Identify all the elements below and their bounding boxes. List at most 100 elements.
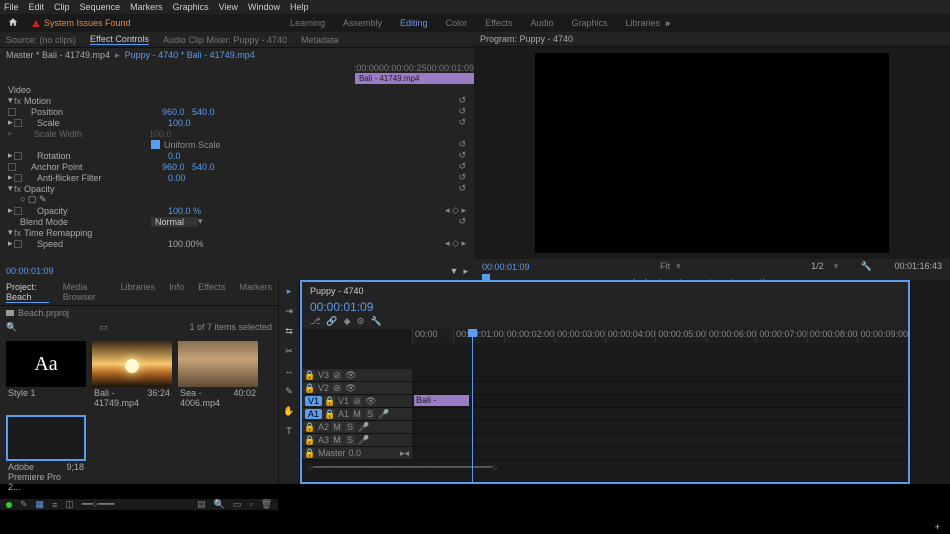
slip-tool-icon[interactable]: ↔ bbox=[282, 364, 296, 378]
marker-icon[interactable]: ◆ bbox=[344, 316, 351, 327]
play-icon[interactable]: ▸ bbox=[463, 266, 468, 276]
timeline-ruler[interactable]: 00:0000:00:01:0000:00:02:0000:00:03:0000… bbox=[412, 329, 908, 343]
razor-tool-icon[interactable]: ✂ bbox=[282, 344, 296, 358]
timeline-timecode[interactable]: 00:00:01:09 bbox=[302, 300, 908, 314]
item-style1[interactable]: Aa Style 1 bbox=[6, 341, 86, 409]
timeline-clip[interactable]: Bali - 41749.mp4 bbox=[414, 395, 469, 406]
prop-position[interactable]: Position960.0 540.0↺ bbox=[0, 106, 474, 117]
tab-effect-controls[interactable]: Effect Controls bbox=[90, 34, 149, 45]
menu-markers[interactable]: Markers bbox=[130, 2, 163, 12]
pen-tool-icon[interactable]: ✎ bbox=[282, 384, 296, 398]
auto-sequence-icon[interactable]: ▤ bbox=[197, 499, 206, 510]
list-view-icon[interactable]: ≡ bbox=[52, 500, 57, 510]
trash-icon[interactable]: 🗑 bbox=[261, 499, 272, 510]
track-v3[interactable]: 🔒V3⊘👁 bbox=[302, 369, 908, 382]
checkbox-icon[interactable] bbox=[151, 140, 160, 149]
prop-motion[interactable]: ▾fxMotion↺ bbox=[0, 95, 474, 106]
stopwatch-icon[interactable] bbox=[8, 108, 16, 116]
item-premiere[interactable]: Adobe Premiere Pro 2...9;18 bbox=[6, 415, 86, 493]
home-icon[interactable] bbox=[8, 17, 20, 29]
prop-opacity-value[interactable]: ▸Opacity100.0 %◂ ◇ ▸ bbox=[0, 205, 474, 216]
freeform-icon[interactable]: ◫ bbox=[65, 499, 74, 510]
tab-project[interactable]: Project: Beach bbox=[6, 282, 49, 303]
track-a2[interactable]: 🔒A2MS🎤 bbox=[302, 421, 908, 434]
item-bali[interactable]: Bali - 41749.mp436:24 bbox=[92, 341, 172, 409]
hand-tool-icon[interactable]: ✋ bbox=[282, 404, 296, 418]
ec-clip-bar[interactable]: Bali - 41749.mp4 bbox=[355, 73, 474, 84]
tab-media-browser[interactable]: Media Browser bbox=[63, 282, 107, 303]
track-a1[interactable]: A1🔒A1MS🎤 bbox=[302, 408, 908, 421]
track-select-icon[interactable]: ⇥ bbox=[282, 304, 296, 318]
settings-icon[interactable]: ⚙ bbox=[357, 316, 365, 327]
track-a3[interactable]: 🔒A3MS🎤 bbox=[302, 434, 908, 447]
ec-ruler-2: 00:00:01:09 bbox=[426, 63, 474, 73]
ws-assembly[interactable]: Assembly bbox=[343, 18, 382, 28]
prop-rotation[interactable]: ▸Rotation0.0↺ bbox=[0, 150, 474, 161]
ws-libraries[interactable]: Libraries bbox=[625, 18, 660, 28]
menu-clip[interactable]: Clip bbox=[54, 2, 70, 12]
bin-icon[interactable]: ▭ bbox=[99, 322, 108, 333]
prop-scale[interactable]: ▸Scale100.0↺ bbox=[0, 117, 474, 128]
track-v2[interactable]: 🔒V2⊘👁 bbox=[302, 382, 908, 395]
ws-editing[interactable]: Editing bbox=[400, 18, 428, 28]
filter-icon[interactable]: ▼ bbox=[450, 266, 459, 276]
prop-uniform[interactable]: Uniform Scale↺ bbox=[0, 139, 474, 150]
icon-view-icon[interactable]: ▦ bbox=[36, 499, 45, 510]
workspace-tabs: Learning Assembly Editing Color Effects … bbox=[290, 18, 660, 28]
prop-blend[interactable]: Blend ModeNormal▾↺ bbox=[0, 216, 474, 227]
program-playhead[interactable] bbox=[482, 274, 490, 282]
find-icon[interactable]: 🔍 bbox=[214, 499, 225, 510]
tab-markers[interactable]: Markers bbox=[239, 282, 272, 303]
ws-color[interactable]: Color bbox=[446, 18, 468, 28]
ec-timecode[interactable]: 00:00:01:09 bbox=[6, 266, 54, 280]
type-tool-icon[interactable]: T bbox=[282, 424, 296, 438]
new-bin-icon[interactable]: ▭ bbox=[233, 499, 242, 510]
reset-icon[interactable]: ↺ bbox=[458, 95, 466, 106]
program-timecode[interactable]: 00:00:01:09 bbox=[482, 262, 530, 272]
menu-help[interactable]: Help bbox=[290, 2, 309, 12]
ws-effects[interactable]: Effects bbox=[485, 18, 512, 28]
ws-audio[interactable]: Audio bbox=[530, 18, 553, 28]
project-filename: Beach.prproj bbox=[18, 308, 69, 318]
prop-flicker[interactable]: ▸Anti-flicker Filter0.00↺ bbox=[0, 172, 474, 183]
menu-file[interactable]: File bbox=[4, 2, 19, 12]
wrench-icon[interactable]: 🔧 bbox=[371, 316, 382, 327]
menu-graphics[interactable]: Graphics bbox=[173, 2, 209, 12]
timeline-tracks-area[interactable]: 00:0000:00:01:0000:00:02:0000:00:03:0000… bbox=[302, 329, 908, 482]
timeline-playhead[interactable] bbox=[472, 329, 473, 482]
track-v1[interactable]: V1🔒V1⊘👁Bali - 41749.mp4 bbox=[302, 395, 908, 408]
tab-effects[interactable]: Effects bbox=[198, 282, 225, 303]
ripple-tool-icon[interactable]: ⇆ bbox=[282, 324, 296, 338]
fit-dropdown[interactable]: Fit bbox=[660, 261, 670, 272]
prop-time-remap[interactable]: ▾fxTime Remapping bbox=[0, 227, 474, 238]
selection-tool-icon[interactable]: ▸ bbox=[282, 284, 296, 298]
search-icon[interactable]: 🔍 bbox=[6, 322, 17, 333]
button-editor-icon[interactable]: + bbox=[935, 522, 940, 532]
wrench-icon[interactable]: 🔧 bbox=[861, 261, 872, 272]
prop-opacity[interactable]: ▾fxOpacity↺ bbox=[0, 183, 474, 194]
prop-opacity-mask[interactable]: ○ ▢ ✎ bbox=[0, 194, 474, 205]
menu-edit[interactable]: Edit bbox=[29, 2, 45, 12]
menu-window[interactable]: Window bbox=[248, 2, 280, 12]
system-warning[interactable]: System Issues Found bbox=[32, 18, 131, 28]
write-icon[interactable]: ✎ bbox=[20, 499, 28, 510]
prop-speed[interactable]: ▸Speed100.00%◂ ◇ ▸ bbox=[0, 238, 474, 249]
effect-controls-panel: Source: (no clips) Effect Controls Audio… bbox=[0, 32, 474, 280]
tab-metadata[interactable]: Metadata bbox=[301, 35, 339, 45]
menu-view[interactable]: View bbox=[219, 2, 238, 12]
zoom-level[interactable]: 1/2 bbox=[811, 261, 824, 272]
ws-learning[interactable]: Learning bbox=[290, 18, 325, 28]
overflow-icon[interactable]: » bbox=[665, 18, 670, 28]
tab-libraries[interactable]: Libraries bbox=[121, 282, 156, 303]
item-sea[interactable]: Sea - 4006.mp440:02 bbox=[178, 341, 258, 409]
new-item-icon[interactable]: ▫ bbox=[249, 499, 252, 510]
tab-info[interactable]: Info bbox=[169, 282, 184, 303]
track-master[interactable]: 🔒Master0.0▸◂ bbox=[302, 447, 908, 460]
tab-audio-mixer[interactable]: Audio Clip Mixer: Puppy - 4740 bbox=[163, 35, 287, 45]
linked-sel-icon[interactable]: 🔗 bbox=[326, 316, 337, 327]
snap-icon[interactable]: ⎇ bbox=[310, 316, 320, 327]
menu-sequence[interactable]: Sequence bbox=[80, 2, 121, 12]
ws-graphics[interactable]: Graphics bbox=[571, 18, 607, 28]
tab-source[interactable]: Source: (no clips) bbox=[6, 35, 76, 45]
prop-anchor[interactable]: Anchor Point960.0 540.0↺ bbox=[0, 161, 474, 172]
